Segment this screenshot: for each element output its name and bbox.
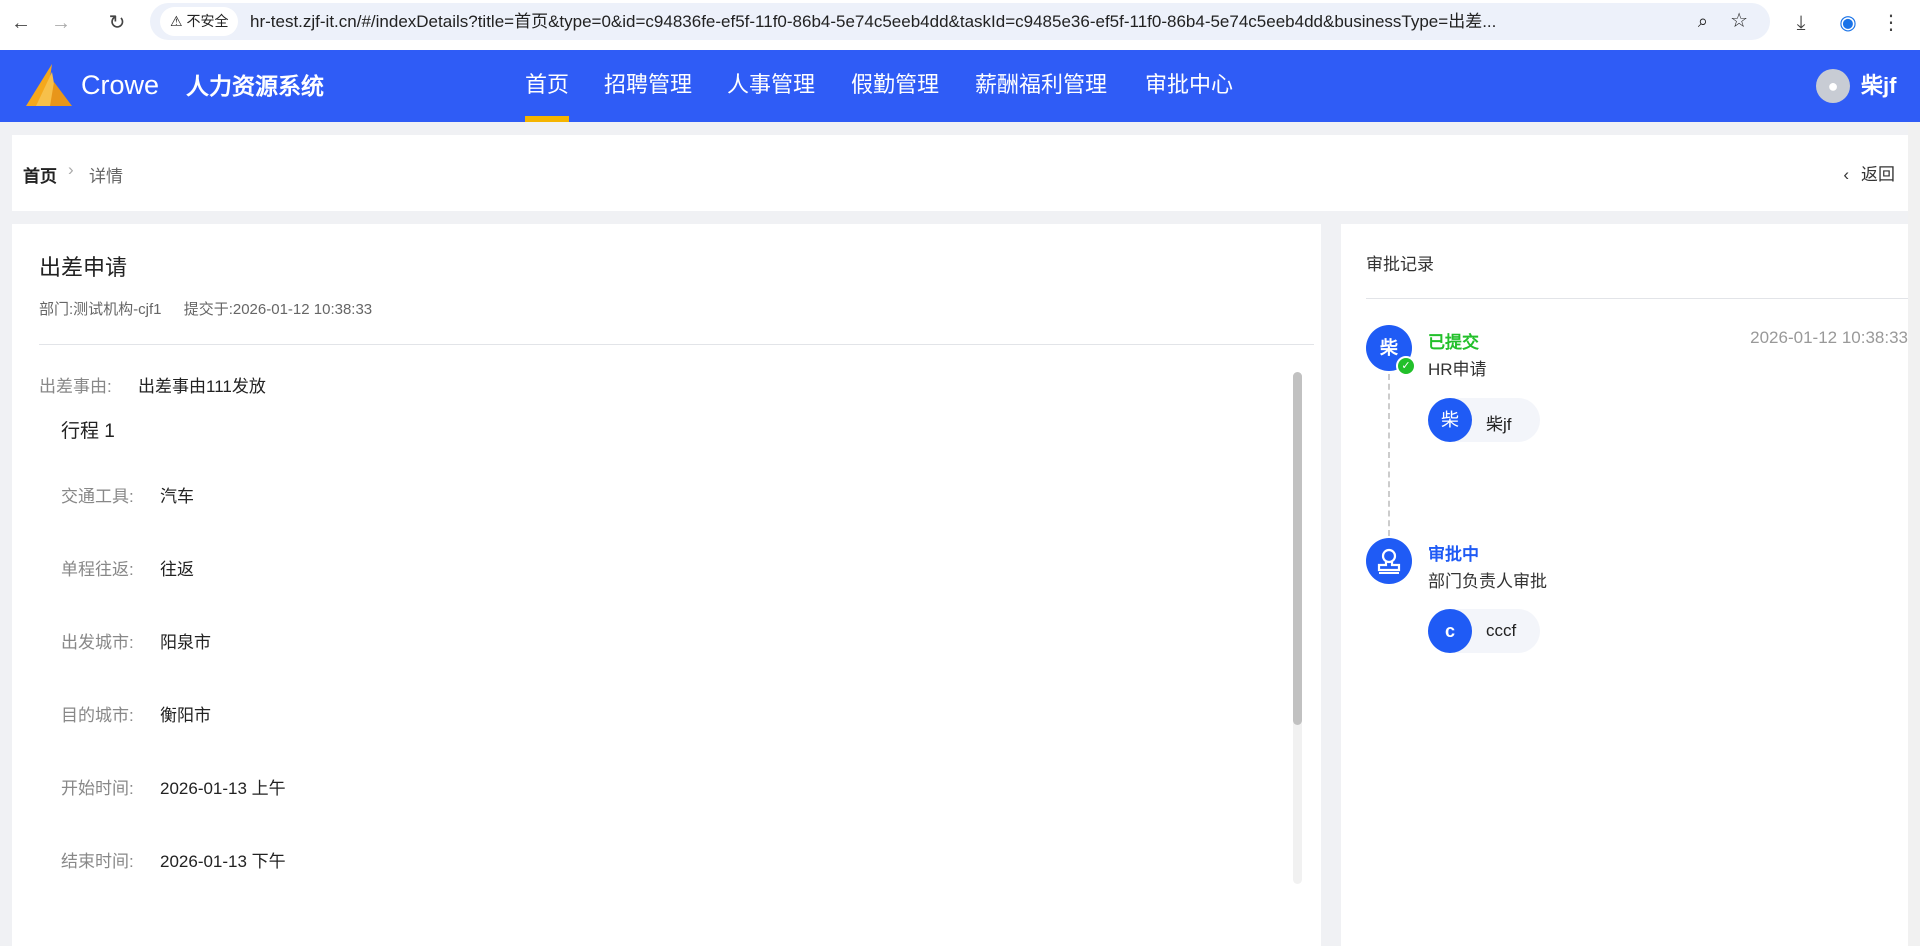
trip-title: 行程 1 bbox=[61, 421, 115, 442]
user-name[interactable]: 柴jf bbox=[1861, 69, 1896, 103]
timeline-connector bbox=[1388, 374, 1390, 536]
nav-payroll[interactable]: 薪酬福利管理 bbox=[975, 68, 1107, 102]
approval-panel: 审批记录 柴 ✓ 已提交 2026-01-12 10:38:33 HR申请 柴 … bbox=[1341, 224, 1908, 946]
check-icon: ✓ bbox=[1396, 356, 1416, 376]
stamp-icon bbox=[1366, 538, 1412, 584]
url-text[interactable]: hr-test.zjf-it.cn/#/indexDetails?title=首… bbox=[250, 3, 1670, 40]
nav-active-indicator bbox=[525, 116, 569, 122]
nav-personnel[interactable]: 人事管理 bbox=[727, 68, 815, 102]
field-label: 开始时间: bbox=[61, 779, 134, 798]
node-name: 部门负责人审批 bbox=[1428, 572, 1547, 591]
app-header: Crowe 人力资源系统 首页 招聘管理 人事管理 假勤管理 薪酬福利管理 审批… bbox=[0, 50, 1920, 122]
browser-toolbar: ← → ↻ ⚠ 不安全 hr-test.zjf-it.cn/#/indexDet… bbox=[0, 0, 1920, 50]
field-value: 往返 bbox=[160, 560, 194, 579]
reason-value: 出差事由111发放 bbox=[138, 377, 266, 396]
node-status: 审批中 bbox=[1428, 545, 1479, 564]
system-name: 人力资源系统 bbox=[186, 73, 324, 99]
security-warning[interactable]: ⚠ 不安全 bbox=[160, 7, 239, 36]
detail-panel: 出差申请 部门:测试机构-cjf1 提交于:2026-01-12 10:38:3… bbox=[12, 224, 1321, 946]
page-title: 出差申请 bbox=[39, 255, 128, 280]
field-label: 目的城市: bbox=[61, 706, 134, 725]
nav-attendance[interactable]: 假勤管理 bbox=[851, 68, 939, 102]
nav-home[interactable]: 首页 bbox=[525, 68, 569, 102]
field-value: 2026-01-13 下午 bbox=[160, 852, 286, 871]
approver-name: cccf bbox=[1486, 621, 1517, 640]
field-label: 交通工具: bbox=[61, 487, 134, 506]
back-button[interactable]: ‹ 返回 bbox=[1843, 160, 1895, 185]
field-value: 2026-01-13 上午 bbox=[160, 779, 286, 798]
divider bbox=[1366, 298, 1908, 299]
address-bar[interactable]: ⚠ 不安全 hr-test.zjf-it.cn/#/indexDetails?t… bbox=[150, 3, 1770, 40]
back-icon[interactable]: ← bbox=[6, 8, 36, 38]
chevron-left-icon: ‹ bbox=[1843, 165, 1849, 184]
breadcrumb: 首页 › 详情 ‹ 返回 bbox=[12, 135, 1908, 211]
forward-icon[interactable]: → bbox=[46, 8, 76, 38]
detail-meta: 部门:测试机构-cjf1 提交于:2026-01-12 10:38:33 bbox=[39, 301, 373, 318]
approver-avatar: c bbox=[1428, 609, 1472, 653]
divider bbox=[39, 344, 1314, 345]
warning-icon: ⚠ bbox=[170, 13, 187, 29]
reload-icon[interactable]: ↻ bbox=[102, 8, 132, 38]
profile-icon[interactable]: ◉ bbox=[1833, 8, 1863, 38]
page-scrollbar[interactable] bbox=[1908, 122, 1920, 946]
approver-name: 柴jf bbox=[1486, 415, 1512, 434]
user-avatar-icon[interactable]: ● bbox=[1816, 69, 1850, 103]
breadcrumb-separator-icon: › bbox=[68, 160, 74, 179]
crowe-logo-icon bbox=[26, 64, 72, 106]
field-value: 衡阳市 bbox=[160, 706, 211, 725]
breadcrumb-current: 详情 bbox=[89, 167, 123, 186]
nav-recruitment[interactable]: 招聘管理 bbox=[604, 68, 692, 102]
zoom-icon[interactable]: ⌕ bbox=[1698, 3, 1708, 40]
nav-approval-center[interactable]: 审批中心 bbox=[1145, 68, 1233, 102]
reason-label: 出差事由: bbox=[39, 377, 112, 396]
scrollbar[interactable] bbox=[1293, 372, 1302, 884]
approver-chip: c cccf bbox=[1428, 609, 1540, 653]
scrollbar-thumb[interactable] bbox=[1293, 372, 1302, 725]
node-time: 2026-01-12 10:38:33 bbox=[1750, 328, 1908, 347]
logo-text: Crowe bbox=[81, 70, 160, 100]
menu-icon[interactable]: ⋮ bbox=[1876, 8, 1906, 38]
node-name: HR申请 bbox=[1428, 360, 1487, 379]
approver-chip: 柴 柴jf bbox=[1428, 398, 1540, 442]
field-label: 单程往返: bbox=[61, 560, 134, 579]
approval-title: 审批记录 bbox=[1366, 255, 1434, 274]
approver-avatar: 柴 bbox=[1428, 398, 1472, 442]
download-icon[interactable]: ⤓ bbox=[1786, 8, 1816, 38]
breadcrumb-home[interactable]: 首页 bbox=[23, 162, 57, 187]
field-value: 阳泉市 bbox=[160, 633, 211, 652]
field-label: 出发城市: bbox=[61, 633, 134, 652]
field-label: 结束时间: bbox=[61, 852, 134, 871]
field-value: 汽车 bbox=[160, 487, 194, 506]
node-status: 已提交 bbox=[1428, 333, 1479, 352]
star-icon[interactable]: ☆ bbox=[1730, 3, 1748, 40]
